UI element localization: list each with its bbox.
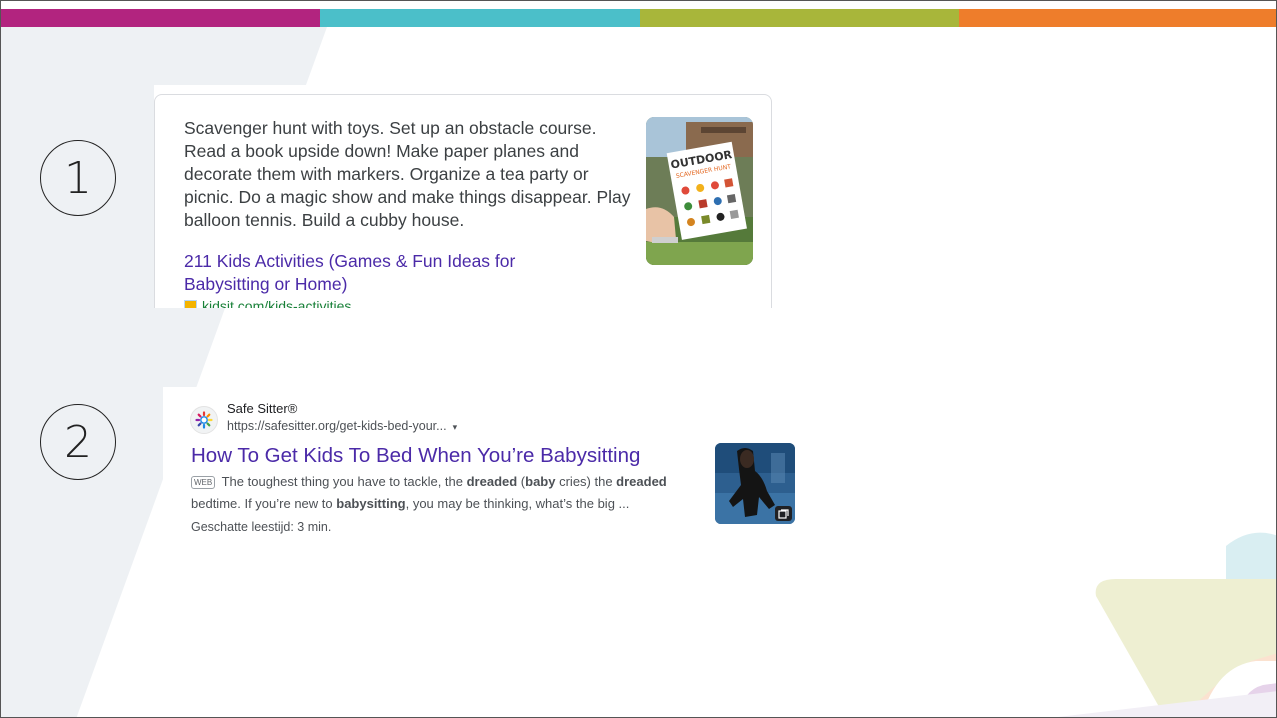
result-2-description: WEB The toughest thing you have to tackl… <box>191 474 667 511</box>
step-marker-2: 2 <box>40 404 116 480</box>
color-bar-orange <box>958 9 1276 27</box>
color-bar-olive <box>639 9 959 27</box>
color-bar-teal <box>320 9 640 27</box>
result-1-snippet: Scavenger hunt with toys. Set up an obst… <box>184 118 631 230</box>
result-2-read-time: Geschatte leestijd: 3 min. <box>191 520 332 534</box>
result-2-site-url[interactable]: https://safesitter.org/get-kids-bed-your… <box>227 419 457 433</box>
web-badge: WEB <box>191 476 216 489</box>
color-bar-magenta <box>1 9 321 27</box>
search-result-card-1: Scavenger hunt with toys. Set up an obst… <box>154 85 782 308</box>
result-2-site-name: Safe Sitter® <box>227 401 298 416</box>
result-2-thumbnail[interactable] <box>715 443 795 524</box>
result-1-title-link[interactable]: 211 Kids Activities (Games & Fun Ideas f… <box>184 250 584 296</box>
safesitter-sun-icon <box>190 406 218 434</box>
slide: 1 2 Scavenger hunt with toys. Set up an … <box>0 0 1277 718</box>
top-color-bar <box>1 9 1276 27</box>
step-marker-1: 1 <box>40 140 116 216</box>
featured-snippet-box: Scavenger hunt with toys. Set up an obst… <box>154 94 772 308</box>
chevron-down-icon[interactable]: ▾ <box>453 422 458 432</box>
result-1-url-text: kidsit.com/kids-activities <box>202 298 352 308</box>
kidsit-favicon-icon <box>184 299 197 308</box>
result-1-thumbnail[interactable]: OUTDOOR SCAVENGER HUNT <box>646 117 753 265</box>
result-2-url-text: https://safesitter.org/get-kids-bed-your… <box>227 419 447 433</box>
result-1-url-link[interactable]: kidsit.com/kids-activities <box>184 298 351 308</box>
video-icon <box>775 506 792 521</box>
search-result-card-2: Safe Sitter® https://safesitter.org/get-… <box>163 387 803 547</box>
result-2-title-link[interactable]: How To Get Kids To Bed When You’re Babys… <box>191 444 640 468</box>
